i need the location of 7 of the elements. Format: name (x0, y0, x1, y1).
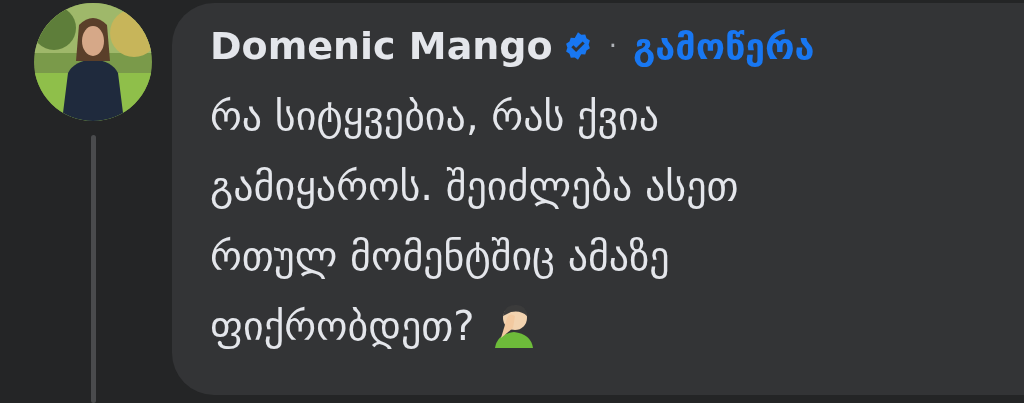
separator: · (608, 31, 617, 61)
comment-text-line: გამიყაროს. შეიძლება ასეთ (210, 162, 739, 211)
comment-text-line: ფიქრობდეთ? (210, 302, 475, 351)
author-name[interactable]: Domenic Mango (210, 24, 553, 68)
comment-text-line: რთულ მომენტშიც ამაზე (210, 232, 670, 281)
facepalm-person-icon (492, 304, 535, 348)
comment-text-line: რა სიტყვებია, რას ქვია (210, 92, 660, 141)
